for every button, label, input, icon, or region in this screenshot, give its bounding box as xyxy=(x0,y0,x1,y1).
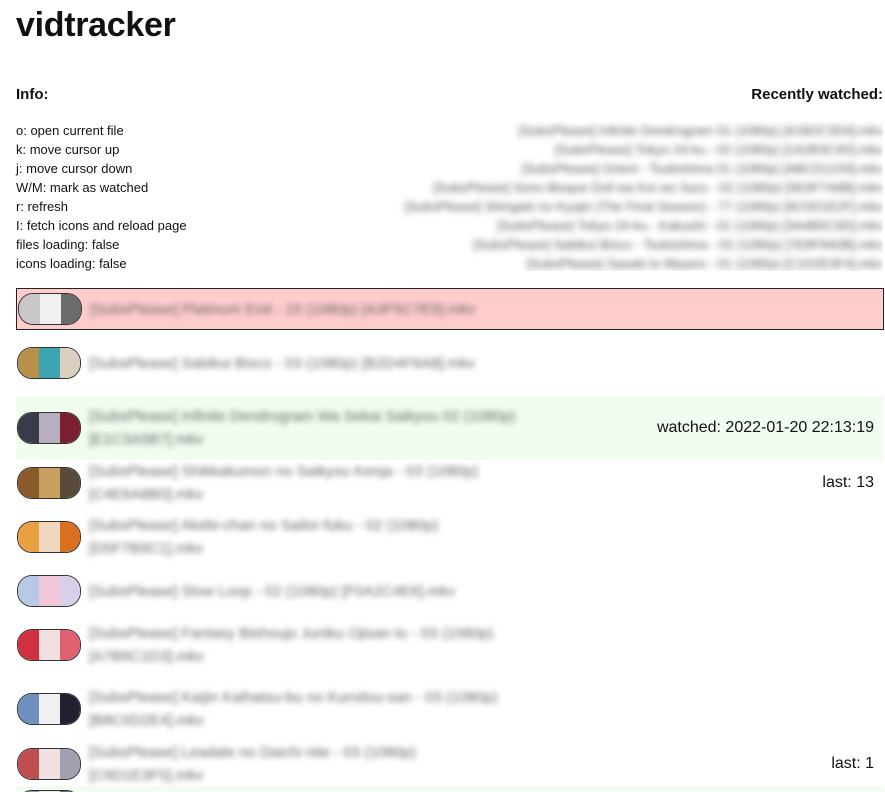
info-line: j: move cursor down xyxy=(16,161,133,176)
file-name: [SubsPlease] Sabikui Bisco - 03 (1080p) … xyxy=(89,354,476,372)
file-list: [SubsPlease] Platinum End - 15 (1080p) [… xyxy=(16,288,884,792)
file-name: [SubsPlease] Slow Loop - 02 (1080p) [F0A… xyxy=(89,582,456,600)
file-thumbnail-icon xyxy=(17,347,81,379)
file-row[interactable]: [SubsPlease] Infinite Dendrogram Wa Seka… xyxy=(16,396,884,460)
file-name: [SubsPlease] Leadale no Daichi nite - 03… xyxy=(89,744,416,784)
file-name: [SubsPlease] Infinite Dendrogram Wa Seka… xyxy=(89,408,516,448)
file-thumbnail-icon xyxy=(17,521,81,553)
file-row[interactable]: [SubsPlease] Slow Loop - 02 (1080p) [F0A… xyxy=(16,568,884,614)
recently-watched-list: [SubsPlease] Infinite Dendrogram 01 (108… xyxy=(383,121,883,271)
info-list: o: open current file k: move cursor up j: … xyxy=(16,121,187,273)
file-name: [SubsPlease] Fantasy Bishoujo Juniku Oji… xyxy=(89,625,494,665)
recently-watched-item[interactable]: [SubsPlease] Sasaki to Miyano - 01 (1080… xyxy=(383,254,883,271)
info-line: icons loading: false xyxy=(16,256,127,271)
file-row[interactable]: [SubsPlease] Sabikui Bisco - 03 (1080p) … xyxy=(16,330,884,396)
file-status: last: 1 xyxy=(831,755,874,772)
file-row[interactable]: [SubsPlease] Akebi-chan no Sailor-fuku -… xyxy=(16,506,884,568)
recently-watched-item[interactable]: [SubsPlease] Tokyo 24-ku - Kakushi - 01 … xyxy=(383,216,883,235)
file-thumbnail-icon xyxy=(17,412,81,444)
info-line: files loading: false xyxy=(16,237,120,252)
file-thumbnail-icon xyxy=(17,467,81,499)
file-status: watched: 2022-01-20 22:13:19 xyxy=(656,419,874,436)
file-name: [SubsPlease] Shikkakumon no Saikyou Kenj… xyxy=(89,463,479,503)
vidtracker-page: vidtracker Info: Recently watched: o: op… xyxy=(0,0,885,792)
file-row[interactable]: [SubsPlease] Kaijin Kaihatsu-bu no Kuroi… xyxy=(16,676,884,742)
app-title: vidtracker xyxy=(16,6,176,44)
file-row[interactable]: [SubsPlease] Leadale no Daichi nite - 03… xyxy=(16,742,884,786)
file-name: [SubsPlease] Kaijin Kaihatsu-bu no Kuroi… xyxy=(89,689,498,729)
recently-watched-heading: Recently watched: xyxy=(751,86,883,103)
info-heading: Info: xyxy=(16,86,49,103)
file-status: last: 13 xyxy=(822,474,874,491)
file-thumbnail-icon xyxy=(17,748,81,780)
file-name: [SubsPlease] Platinum End - 15 (1080p) [… xyxy=(90,300,476,318)
info-line: W/M: mark as watched xyxy=(16,180,149,195)
file-row[interactable]: [SubsPlease] Shikkakumon no Saikyou Kenj… xyxy=(16,460,884,506)
file-row[interactable]: [SubsPlease] Fantasy Bishoujo Juniku Oji… xyxy=(16,614,884,676)
file-name: [SubsPlease] Akebi-chan no Sailor-fuku -… xyxy=(89,517,439,557)
info-line: o: open current file xyxy=(16,123,124,138)
file-thumbnail-icon xyxy=(17,629,81,661)
info-line: k: move cursor up xyxy=(16,142,120,157)
recently-watched-item[interactable]: [SubsPlease] Infinite Dendrogram 01 (108… xyxy=(383,121,883,140)
recently-watched-item[interactable]: [SubsPlease] Shingeki no Kyojin (The Fin… xyxy=(383,197,883,216)
file-thumbnail-icon xyxy=(17,575,81,607)
file-thumbnail-icon xyxy=(17,693,81,725)
recently-watched-item[interactable]: [SubsPlease] Sabikui Bisco - Tsukishima … xyxy=(383,235,883,254)
file-thumbnail-icon xyxy=(18,293,82,325)
recently-watched-item[interactable]: [SubsPlease] Sono Bisque Doll wa Koi wo … xyxy=(383,178,883,197)
file-row[interactable]: [SubsPlease] Platinum End - 15 (1080p) [… xyxy=(16,288,884,330)
recently-watched-item[interactable]: [SubsPlease] Orient - Tsukishima 01 (108… xyxy=(383,159,883,178)
info-line: I: fetch icons and reload page xyxy=(16,218,187,233)
recently-watched-item[interactable]: [SubsPlease] Tokyo 24-ku - 02 (1080p) [1… xyxy=(383,140,883,159)
info-line: r: refresh xyxy=(16,199,69,214)
file-row[interactable]: [SubsPlease] Hakozume - 03 (1080p) [D0E2… xyxy=(16,786,884,792)
